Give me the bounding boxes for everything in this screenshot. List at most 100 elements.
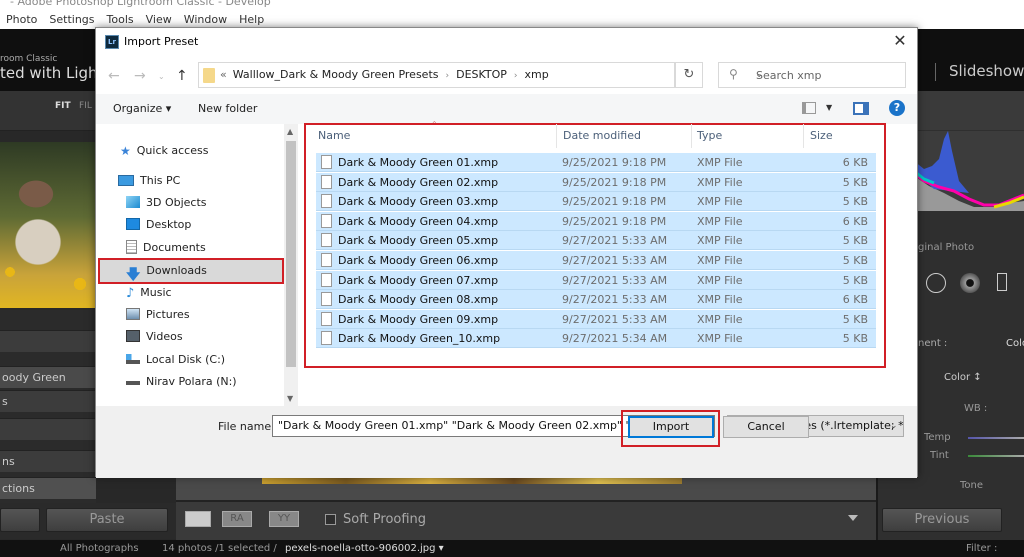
copy-button[interactable] [0, 508, 40, 532]
menu-tools[interactable]: Tools [107, 13, 134, 26]
forward-arrow-icon[interactable]: → [134, 68, 146, 84]
file-size: 5 KB [842, 254, 868, 267]
menu-window[interactable]: Window [184, 13, 227, 26]
nav-pane-scrollbar[interactable]: ▲ ▼ [284, 124, 298, 406]
organize-button[interactable]: Organize ▾ [113, 102, 171, 115]
column-divider[interactable] [691, 124, 692, 148]
scrollbar-thumb[interactable] [286, 141, 296, 367]
breadcrumb-overflow[interactable]: « [220, 68, 227, 81]
file-row[interactable]: Dark & Moody Green 06.xmp 9/27/2021 5:33 … [316, 251, 876, 270]
scroll-down-icon[interactable]: ▼ [287, 394, 293, 403]
file-row[interactable]: Dark & Moody Green 01.xmp 9/25/2021 9:18 … [316, 153, 876, 172]
column-divider[interactable] [556, 124, 557, 148]
spot-removal-icon[interactable] [960, 273, 980, 293]
breadcrumb-item[interactable]: xmp [525, 68, 549, 81]
nav-item-this-pc[interactable]: This PC [118, 170, 180, 190]
paste-button[interactable]: Paste [46, 508, 168, 532]
nav-item-pictures[interactable]: Pictures [126, 304, 190, 324]
previous-button[interactable]: Previous [882, 508, 1002, 532]
file-type: XMP File [697, 273, 743, 287]
crop-tool-icon[interactable] [926, 273, 946, 293]
file-row[interactable]: Dark & Moody Green 09.xmp 9/27/2021 5:33 … [316, 309, 876, 329]
menu-photo[interactable]: Photo [6, 13, 37, 26]
file-type-dropdown-icon[interactable]: ⌄ [890, 421, 898, 431]
main-photo-bottom [176, 478, 876, 500]
nav-item-music[interactable]: ♪ Music [126, 282, 172, 302]
file-row[interactable]: Dark & Moody Green 05.xmp 9/27/2021 5:33 … [316, 231, 876, 251]
before-after-ra-button[interactable]: RA [222, 511, 252, 527]
column-header-type[interactable]: Type [697, 129, 722, 149]
nav-item-3d-objects[interactable]: 3D Objects [126, 192, 207, 212]
cancel-button[interactable]: Cancel [723, 416, 809, 438]
file-icon [321, 253, 332, 267]
filmstrip-filename[interactable]: pexels-noella-otto-906002.jpg ▾ [285, 543, 444, 554]
treatment-value[interactable]: Colo [1006, 338, 1024, 349]
zoom-fit[interactable]: FIT [55, 101, 71, 111]
tint-slider[interactable] [968, 455, 1024, 457]
soft-proofing-checkbox[interactable] [325, 514, 336, 525]
filmstrip-source[interactable]: All Photographs [60, 543, 139, 554]
preview-pane-icon[interactable] [853, 102, 869, 115]
view-dropdown-icon[interactable]: ▼ [826, 103, 832, 112]
file-row[interactable]: Dark & Moody Green 07.xmp 9/27/2021 5:33 … [316, 270, 876, 290]
graduated-filter-icon[interactable] [997, 273, 1007, 291]
search-input[interactable]: ⚲ Search xmp [718, 62, 906, 88]
lightroom-logo-icon: Lr [105, 35, 119, 49]
address-bar[interactable]: « Walllow_Dark & Moody Green Presets › DESK… [198, 62, 763, 88]
collections-panel[interactable]: ctions [0, 477, 96, 499]
nav-item-videos[interactable]: Videos [126, 326, 183, 346]
temp-slider[interactable] [968, 437, 1024, 439]
up-arrow-icon[interactable]: ↑ [176, 68, 188, 84]
toolbar-menu-dropdown-icon[interactable] [848, 515, 858, 521]
left-panel-row[interactable]: ns [0, 450, 96, 472]
import-button[interactable]: Import [628, 416, 714, 438]
nav-item-nirav-polara-n[interactable]: Nirav Polara (N:) [126, 371, 237, 391]
refresh-icon[interactable]: ↻ [675, 62, 703, 88]
left-panel-row[interactable] [0, 418, 96, 440]
nav-item-local-disk-c[interactable]: Local Disk (C:) [126, 349, 225, 369]
back-arrow-icon[interactable]: ← [108, 68, 120, 84]
file-row[interactable]: Dark & Moody Green 03.xmp 9/25/2021 9:18 … [316, 192, 876, 212]
loupe-view-icon[interactable] [185, 511, 211, 527]
before-after-yy-button[interactable]: YY [269, 511, 299, 527]
file-row[interactable]: Dark & Moody Green 02.xmp 9/25/2021 9:18 … [316, 172, 876, 192]
menu-view[interactable]: View [146, 13, 172, 26]
nav-item-documents[interactable]: Documents [126, 237, 206, 257]
column-header-name[interactable]: Name [318, 129, 350, 149]
breadcrumb-item[interactable]: Walllow_Dark & Moody Green Presets [233, 68, 439, 81]
left-panel-row[interactable] [0, 330, 96, 352]
file-size: 5 KB [842, 312, 868, 326]
new-folder-button[interactable]: New folder [198, 102, 257, 115]
left-panel-row[interactable]: s [0, 390, 96, 412]
breadcrumb-chevron-icon[interactable]: › [446, 71, 450, 81]
file-type: XMP File [697, 234, 743, 248]
file-row[interactable]: Dark & Moody Green_10.xmp 9/27/2021 5:34 … [316, 329, 876, 349]
histogram [914, 131, 1024, 211]
import-preset-dialog: Lr Import Preset ✕ ← → ⌄ ↑ « Walllow_Dark… [95, 27, 918, 478]
nav-label: Downloads [146, 263, 207, 277]
close-icon[interactable]: ✕ [889, 30, 911, 52]
breadcrumb-chevron-icon[interactable]: › [514, 71, 518, 81]
nav-item-quick-access[interactable]: ★ Quick access [120, 140, 208, 160]
recent-locations-icon[interactable]: ⌄ [158, 72, 165, 81]
file-row[interactable]: Dark & Moody Green 08.xmp 9/27/2021 5:33 … [316, 290, 876, 310]
preset-folder-dark-moody-green[interactable]: oody Green [0, 366, 96, 388]
menu-settings[interactable]: Settings [49, 13, 94, 26]
view-options-icon[interactable] [802, 102, 816, 114]
scroll-up-icon[interactable]: ▲ [287, 127, 293, 136]
nav-item-downloads[interactable]: 🡇 Downloads [126, 260, 207, 284]
help-icon[interactable]: ? [889, 100, 905, 116]
app-title: - Adobe Photoshop Lightroom Classic - De… [10, 0, 271, 8]
file-date: 9/25/2021 9:18 PM [562, 195, 667, 209]
file-row[interactable]: Dark & Moody Green 04.xmp 9/25/2021 9:18 … [316, 211, 876, 231]
file-type: XMP File [697, 332, 743, 346]
menu-help[interactable]: Help [239, 13, 264, 26]
column-header-date[interactable]: Date modified [563, 129, 641, 149]
column-divider[interactable] [803, 124, 804, 148]
module-slideshow[interactable]: Slideshow [949, 62, 1024, 80]
column-header-size[interactable]: Size [810, 129, 833, 149]
profile-value[interactable]: Color ↕ [944, 372, 982, 383]
zoom-fill[interactable]: FIL [79, 101, 92, 111]
nav-item-desktop[interactable]: Desktop [126, 214, 191, 234]
breadcrumb-item[interactable]: DESKTOP [456, 68, 507, 81]
